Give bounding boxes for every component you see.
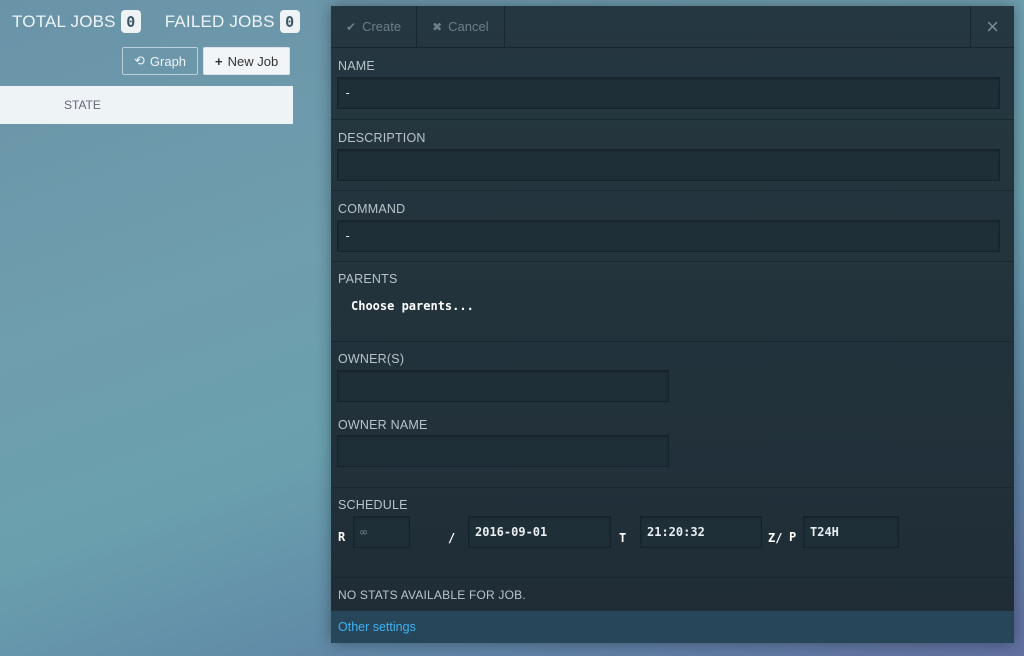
command-label: COMMAND [338, 202, 406, 216]
cancel-button-label: Cancel [448, 19, 489, 34]
failed-jobs-label: FAILED JOBS [164, 11, 275, 31]
create-button-label: Create [362, 19, 402, 34]
description-label: DESCRIPTION [338, 131, 426, 145]
new-job-button-label: New Job [227, 53, 279, 69]
total-jobs-counter: TOTAL JOBS 0 [12, 10, 141, 33]
create-button[interactable]: ✔ Create [331, 6, 418, 47]
close-icon[interactable]: × [970, 6, 1014, 47]
owners-label: OWNER(S) [338, 352, 405, 366]
x-icon: ✖ [432, 19, 443, 34]
plus-icon: + [215, 53, 223, 69]
name-label: NAME [338, 59, 375, 73]
cancel-button[interactable]: ✖ Cancel [417, 6, 505, 47]
description-field[interactable] [337, 149, 1000, 181]
command-section: COMMAND - [331, 191, 1014, 262]
name-field[interactable]: - [337, 77, 1000, 109]
job-toolbar: ⟲ Graph + New Job [122, 47, 291, 75]
schedule-p-label: P [789, 530, 797, 544]
total-jobs-badge: 0 [120, 10, 141, 33]
schedule-z-label: Z/ [768, 531, 783, 545]
stats-section: NO STATS AVAILABLE FOR JOB. [331, 578, 1014, 611]
new-job-modal: ✔ Create ✖ Cancel × NAME - DESCRIPTION C… [331, 6, 1014, 643]
description-section: DESCRIPTION [331, 120, 1014, 191]
owner-name-label: OWNER NAME [338, 418, 428, 432]
parents-label: PARENTS [338, 272, 398, 286]
check-icon: ✔ [346, 19, 357, 34]
owner-section: OWNER(S) OWNER NAME [331, 342, 1014, 488]
command-field[interactable]: - [337, 220, 1000, 252]
repeat-field[interactable]: ∞ [353, 516, 410, 548]
period-field[interactable]: T24H [803, 516, 899, 548]
name-section: NAME - [331, 48, 1014, 120]
total-jobs-label: TOTAL JOBS [12, 11, 116, 31]
graph-button[interactable]: ⟲ Graph [122, 47, 199, 75]
failed-jobs-badge: 0 [279, 10, 300, 33]
new-job-button[interactable]: + New Job [203, 47, 291, 75]
state-column-header[interactable]: STATE [64, 98, 101, 112]
schedule-label: SCHEDULE [338, 498, 408, 512]
stats-message: NO STATS AVAILABLE FOR JOB. [338, 588, 526, 602]
modal-toolbar: ✔ Create ✖ Cancel × [331, 6, 1014, 48]
schedule-section: SCHEDULE R ∞ / 2016-09-01 T 21:20:32 Z/ … [331, 488, 1014, 578]
job-counters: TOTAL JOBS 0 FAILED JOBS 0 [12, 10, 324, 33]
modal-footer: Other settings [331, 611, 1014, 643]
schedule-r-label: R [338, 530, 346, 544]
owner-name-field[interactable] [337, 435, 669, 467]
failed-jobs-counter: FAILED JOBS 0 [165, 10, 300, 33]
start-time-field[interactable]: 21:20:32 [640, 516, 762, 548]
schedule-slash: / [448, 531, 456, 545]
owners-field[interactable] [337, 370, 669, 402]
start-date-field[interactable]: 2016-09-01 [468, 516, 611, 548]
parents-select[interactable]: Choose parents... [351, 299, 474, 313]
parents-section: PARENTS Choose parents... [331, 262, 1014, 342]
table-header: STATE [0, 86, 293, 124]
refresh-icon: ⟲ [134, 53, 145, 68]
graph-button-label: Graph [149, 53, 187, 69]
schedule-t-label: T [619, 531, 627, 545]
other-settings-link[interactable]: Other settings [338, 620, 416, 634]
